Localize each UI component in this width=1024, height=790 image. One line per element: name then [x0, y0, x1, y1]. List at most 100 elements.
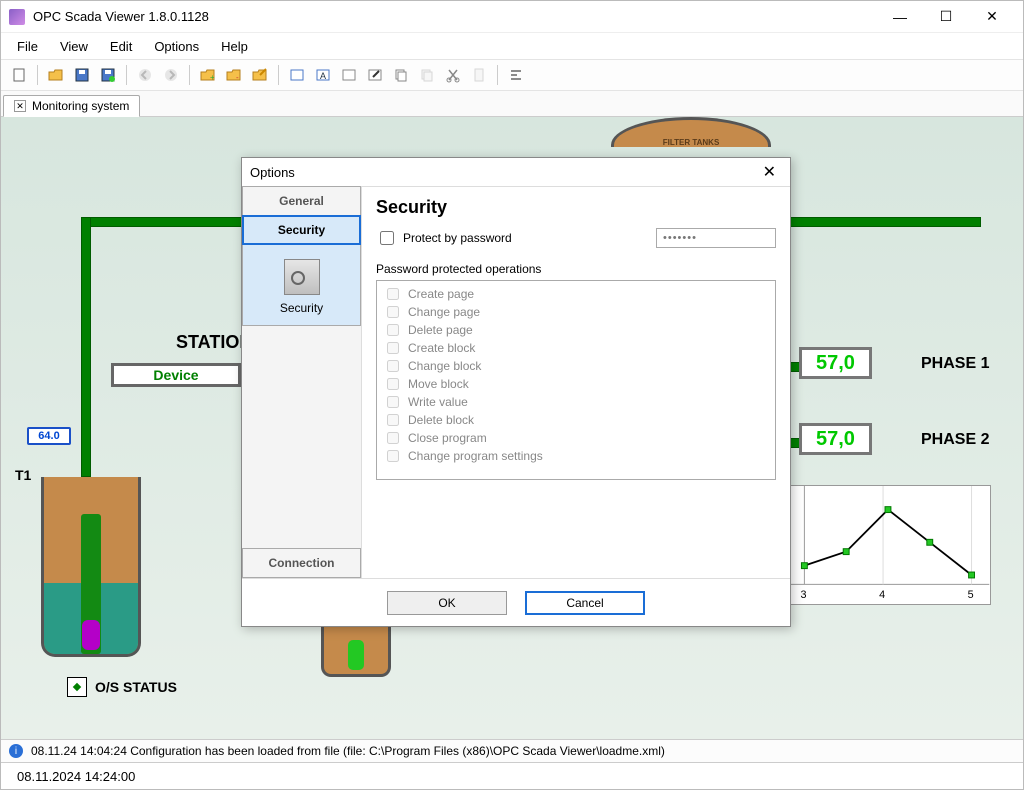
op-checkbox[interactable]: [387, 396, 399, 408]
maximize-button[interactable]: ☐: [923, 3, 969, 31]
op-item[interactable]: Change page: [383, 303, 769, 321]
app-icon: [9, 9, 25, 25]
op-item[interactable]: Change program settings: [383, 447, 769, 465]
cancel-button[interactable]: Cancel: [525, 591, 645, 615]
text-block-icon[interactable]: A: [311, 63, 335, 87]
new-icon[interactable]: [7, 63, 31, 87]
minimize-button[interactable]: —: [877, 3, 923, 31]
forward-icon[interactable]: [159, 63, 183, 87]
sidebar-icon-panel: Security: [242, 245, 361, 326]
op-checkbox[interactable]: [387, 378, 399, 390]
tab-close-icon[interactable]: ✕: [14, 100, 26, 112]
cut-icon[interactable]: [441, 63, 465, 87]
svg-text:5: 5: [968, 589, 974, 601]
phase1-value: 57,0: [799, 347, 872, 379]
op-item[interactable]: Delete block: [383, 411, 769, 429]
log-bar: i 08.11.24 14:04:24 Configuration has be…: [1, 739, 1023, 763]
dialog-close-button[interactable]: ✕: [757, 162, 782, 182]
folder-new-icon[interactable]: +: [196, 63, 220, 87]
info-icon: i: [9, 744, 23, 758]
block-edit-icon[interactable]: [363, 63, 387, 87]
app-window: OPC Scada Viewer 1.8.0.1128 — ☐ ✕ File V…: [0, 0, 1024, 790]
op-checkbox[interactable]: [387, 324, 399, 336]
svg-text:+: +: [210, 73, 215, 82]
op-item[interactable]: Delete page: [383, 321, 769, 339]
protect-label: Protect by password: [403, 231, 512, 245]
back-icon[interactable]: [133, 63, 157, 87]
copy-icon[interactable]: [389, 63, 413, 87]
op-checkbox[interactable]: [387, 306, 399, 318]
menubar: File View Edit Options Help: [1, 33, 1023, 59]
toolbar: + - A: [1, 59, 1023, 91]
sensor-readout: 64.0: [27, 427, 71, 445]
dialog-heading: Security: [376, 197, 776, 218]
ok-button[interactable]: OK: [387, 591, 507, 615]
titlebar: OPC Scada Viewer 1.8.0.1128 — ☐ ✕: [1, 1, 1023, 33]
folder-remove-icon[interactable]: -: [222, 63, 246, 87]
device-box[interactable]: Device: [111, 363, 241, 387]
op-item[interactable]: Close program: [383, 429, 769, 447]
clear-icon[interactable]: [467, 63, 491, 87]
align-icon[interactable]: [504, 63, 528, 87]
op-label: Move block: [408, 376, 469, 392]
status-datetime: 08.11.2024 14:24:00: [17, 769, 135, 784]
close-button[interactable]: ✕: [969, 3, 1015, 31]
op-label: Delete block: [408, 412, 474, 428]
svg-text:A: A: [320, 71, 326, 81]
menu-help[interactable]: Help: [211, 35, 258, 58]
op-label: Create block: [408, 340, 475, 356]
op-checkbox[interactable]: [387, 450, 399, 462]
t1-label: T1: [15, 467, 31, 483]
op-label: Close program: [408, 430, 487, 446]
menu-options[interactable]: Options: [144, 35, 209, 58]
sidebar-tab-general[interactable]: General: [242, 186, 361, 216]
op-item[interactable]: Change block: [383, 357, 769, 375]
status-indicator-icon: [67, 677, 87, 697]
menu-view[interactable]: View: [50, 35, 98, 58]
block-blank-icon[interactable]: [337, 63, 361, 87]
svg-text:4: 4: [879, 589, 885, 601]
pipe-left: [81, 217, 91, 477]
save-as-icon[interactable]: [96, 63, 120, 87]
op-item[interactable]: Create page: [383, 285, 769, 303]
dialog-main: Security Protect by password Password pr…: [362, 187, 790, 578]
work-area: FILTER TANKS STATION Device 64.0 T1 57,0…: [1, 117, 1023, 739]
paste-icon[interactable]: [415, 63, 439, 87]
op-label: Write value: [408, 394, 468, 410]
tank-t1: [41, 477, 141, 657]
op-item[interactable]: Write value: [383, 393, 769, 411]
tab-label: Monitoring system: [32, 99, 129, 113]
op-item[interactable]: Move block: [383, 375, 769, 393]
dialog-title: Options: [250, 165, 295, 180]
tab-monitoring-system[interactable]: ✕ Monitoring system: [3, 95, 140, 117]
ops-heading: Password protected operations: [376, 262, 776, 276]
sidebar-tab-security[interactable]: Security: [242, 215, 361, 245]
password-field[interactable]: [656, 228, 776, 248]
block-new-icon[interactable]: [285, 63, 309, 87]
sidebar-tab-connection[interactable]: Connection: [242, 548, 361, 578]
options-dialog: Options ✕ General Security Security Conn…: [241, 157, 791, 627]
protect-checkbox[interactable]: [380, 231, 394, 245]
sidebar-icon-label: Security: [243, 301, 360, 315]
menu-file[interactable]: File: [7, 35, 48, 58]
menu-edit[interactable]: Edit: [100, 35, 142, 58]
op-item[interactable]: Create block: [383, 339, 769, 357]
safe-icon: [284, 259, 320, 295]
op-checkbox[interactable]: [387, 288, 399, 300]
save-icon[interactable]: [70, 63, 94, 87]
trend-chart: 3 4 5: [781, 485, 991, 605]
svg-text:3: 3: [800, 589, 806, 601]
op-label: Change page: [408, 304, 480, 320]
status-bar: 08.11.2024 14:24:00: [1, 763, 1023, 789]
op-label: Change program settings: [408, 448, 543, 464]
op-checkbox[interactable]: [387, 414, 399, 426]
op-checkbox[interactable]: [387, 360, 399, 372]
op-checkbox[interactable]: [387, 432, 399, 444]
dialog-titlebar: Options ✕: [242, 158, 790, 186]
window-title: OPC Scada Viewer 1.8.0.1128: [33, 9, 877, 24]
open-icon[interactable]: [44, 63, 68, 87]
phase1-label: PHASE 1: [921, 355, 989, 373]
op-checkbox[interactable]: [387, 342, 399, 354]
dialog-buttons: OK Cancel: [242, 578, 790, 626]
folder-edit-icon[interactable]: [248, 63, 272, 87]
